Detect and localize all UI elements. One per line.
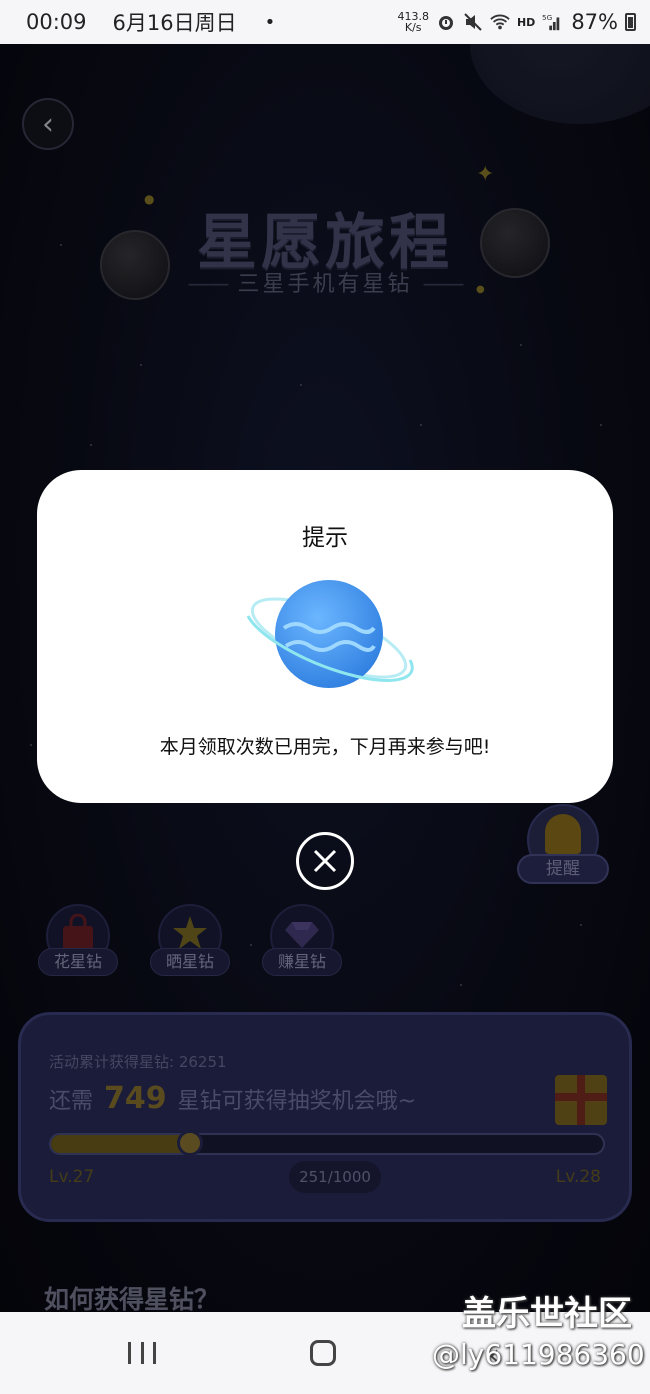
mute-icon bbox=[463, 12, 483, 32]
close-dialog-button[interactable] bbox=[296, 832, 354, 890]
planet-icon bbox=[246, 580, 414, 688]
recent-apps-button[interactable] bbox=[128, 1342, 156, 1364]
hd-indicator: HD bbox=[516, 15, 536, 29]
wifi-icon bbox=[490, 12, 510, 32]
dialog-title: 提示 bbox=[302, 525, 348, 551]
watermark-community: 盖乐世社区 bbox=[462, 1294, 632, 1334]
battery-percent: 87% bbox=[571, 10, 618, 34]
signal-icon: 5G bbox=[542, 12, 562, 32]
net-speed-unit: K/s bbox=[404, 21, 422, 34]
battery-icon bbox=[625, 13, 636, 31]
close-icon bbox=[313, 849, 337, 873]
status-icons: 413.8 K/s HD 5G 87% bbox=[397, 10, 636, 34]
alarm-icon bbox=[436, 12, 456, 32]
status-date: 6月16日周日 bbox=[112, 11, 237, 35]
watermark-user: @ly611986360 bbox=[432, 1338, 645, 1371]
net-speed: 413.8 K/s bbox=[397, 11, 429, 33]
notice-dialog: 提示 本月领取次数已用完，下月再来参与吧! bbox=[37, 470, 613, 803]
dialog-message: 本月领取次数已用完，下月再来参与吧! bbox=[159, 736, 491, 758]
status-dot: • bbox=[264, 11, 276, 33]
home-button[interactable] bbox=[310, 1340, 336, 1366]
status-bar: 00:09 6月16日周日 • 413.8 K/s HD 5G 87% bbox=[0, 0, 650, 44]
svg-text:5G: 5G bbox=[542, 13, 553, 22]
status-time: 00:09 bbox=[26, 10, 87, 34]
